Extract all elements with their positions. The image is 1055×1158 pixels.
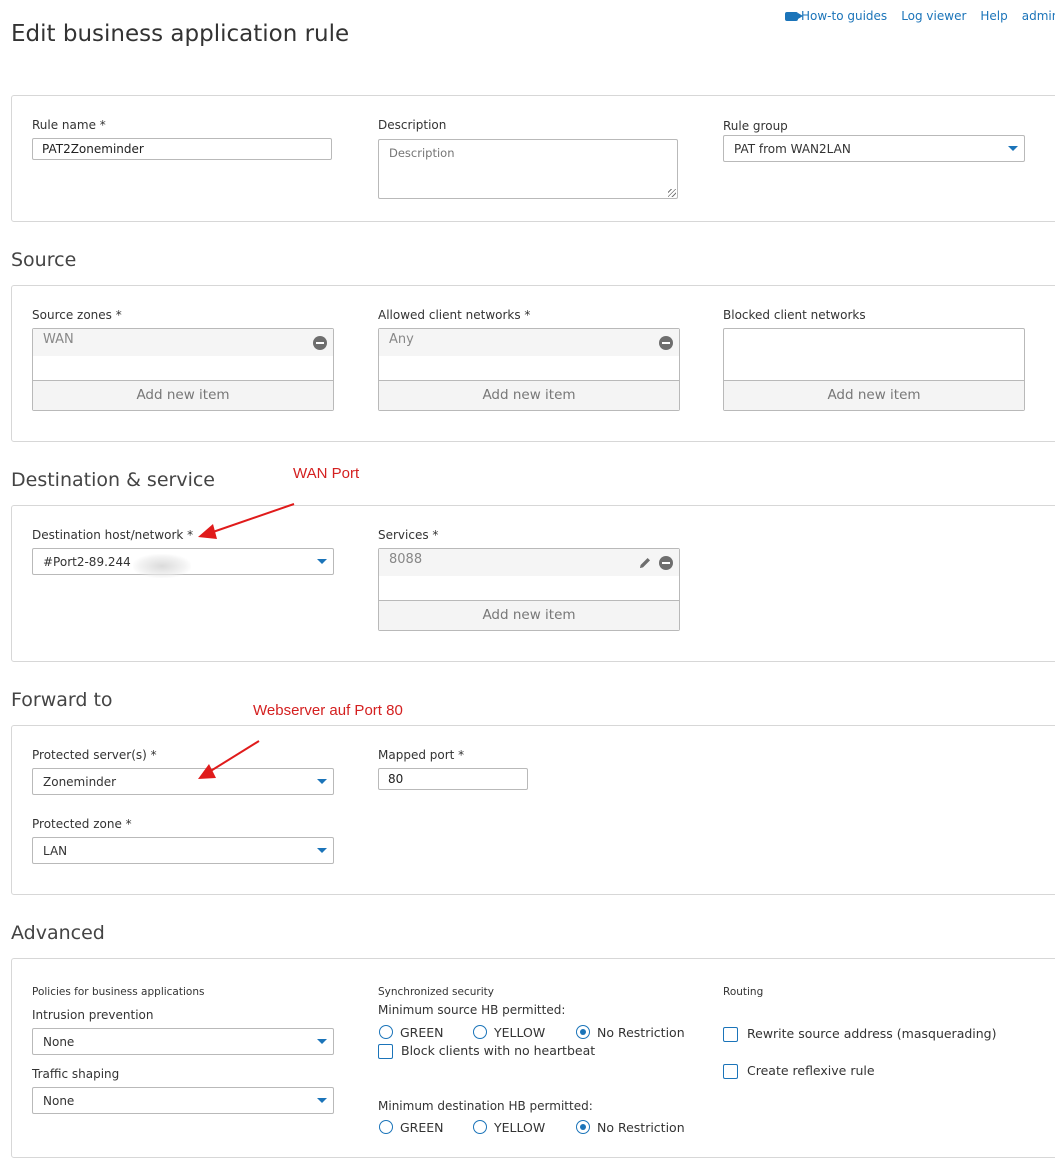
source-hb-yellow-label: YELLOW: [494, 1025, 546, 1040]
protected-servers-value: Zoneminder: [43, 775, 117, 789]
list-item: Any: [379, 329, 679, 356]
protected-zone-label: Protected zone *: [32, 817, 132, 831]
remove-item-icon[interactable]: [659, 556, 673, 570]
dest-hb-yellow-label: YELLOW: [494, 1120, 546, 1135]
source-hb-no-restriction-label: No Restriction: [597, 1025, 685, 1040]
video-camera-icon: [785, 12, 803, 21]
rule-name-input[interactable]: [32, 138, 332, 160]
intrusion-prevention-select[interactable]: None: [32, 1028, 334, 1055]
traffic-shaping-label: Traffic shaping: [32, 1067, 120, 1081]
rule-group-select[interactable]: PAT from WAN2LAN: [723, 135, 1025, 162]
source-zones-list: WAN Add new item: [32, 328, 334, 411]
chevron-down-icon: [317, 1098, 327, 1103]
list-item: 8088: [379, 549, 679, 576]
list-item: WAN: [33, 329, 333, 356]
resize-grip-icon[interactable]: [668, 189, 676, 197]
dest-hb-green-label: GREEN: [400, 1120, 444, 1135]
chevron-down-icon: [1008, 146, 1018, 151]
top-links: How-to guides Log viewer Help admin: [785, 9, 1055, 23]
admin-link[interactable]: admin: [1022, 9, 1055, 23]
source-section-title: Source: [11, 249, 77, 271]
protected-zone-select[interactable]: LAN: [32, 837, 334, 864]
block-clients-label: Block clients with no heartbeat: [401, 1043, 596, 1058]
routing-title: Routing: [723, 986, 764, 998]
traffic-shaping-value: None: [43, 1094, 75, 1108]
dest-hb-no-restriction-radio[interactable]: [576, 1120, 590, 1134]
reflexive-rule-label: Create reflexive rule: [747, 1063, 875, 1078]
webserver-annotation: Webserver auf Port 80: [253, 702, 403, 719]
mapped-port-label: Mapped port *: [378, 748, 465, 762]
policies-title: Policies for business applications: [32, 986, 205, 998]
traffic-shaping-select[interactable]: None: [32, 1087, 334, 1114]
dest-hb-no-restriction-label: No Restriction: [597, 1120, 685, 1135]
masquerading-label: Rewrite source address (masquerading): [747, 1026, 997, 1041]
intrusion-prevention-label: Intrusion prevention: [32, 1008, 154, 1022]
reflexive-rule-checkbox[interactable]: [723, 1064, 738, 1079]
source-hb-no-restriction-radio[interactable]: [576, 1025, 590, 1039]
edit-pencil-icon[interactable]: [638, 556, 652, 570]
dest-hb-green-radio[interactable]: [379, 1120, 393, 1134]
remove-item-icon[interactable]: [313, 336, 327, 350]
chevron-down-icon: [317, 779, 327, 784]
add-source-zone-button[interactable]: Add new item: [33, 380, 333, 410]
description-textarea[interactable]: [378, 139, 678, 199]
services-label: Services *: [378, 528, 439, 542]
wan-port-annotation: WAN Port: [293, 465, 360, 482]
intrusion-prevention-value: None: [43, 1035, 75, 1049]
chevron-down-icon: [317, 559, 327, 564]
block-clients-checkbox[interactable]: [378, 1044, 393, 1059]
blocked-networks-list: Add new item: [723, 328, 1025, 411]
protected-servers-select[interactable]: Zoneminder: [32, 768, 334, 795]
source-hb-green-radio[interactable]: [379, 1025, 393, 1039]
add-allowed-network-button[interactable]: Add new item: [379, 380, 679, 410]
destination-host-label: Destination host/network *: [32, 528, 194, 542]
rule-group-value: PAT from WAN2LAN: [734, 142, 851, 156]
redacted-blur: [133, 554, 191, 578]
rule-group-label: Rule group: [723, 119, 788, 133]
add-service-button[interactable]: Add new item: [379, 600, 679, 630]
synchronized-security-title: Synchronized security: [378, 986, 494, 998]
page-title: Edit business application rule: [11, 21, 350, 48]
advanced-section-title: Advanced: [11, 922, 105, 944]
source-hb-yellow-radio[interactable]: [473, 1025, 487, 1039]
min-source-hb-label: Minimum source HB permitted:: [378, 1003, 566, 1017]
chevron-down-icon: [317, 848, 327, 853]
description-label: Description: [378, 118, 447, 132]
help-link[interactable]: Help: [980, 9, 1007, 23]
destination-host-value: #Port2-89.244: [43, 555, 131, 569]
services-list: 8088 Add new item: [378, 548, 680, 631]
forward-panel: [11, 725, 1055, 895]
masquerading-checkbox[interactable]: [723, 1027, 738, 1042]
add-blocked-network-button[interactable]: Add new item: [724, 380, 1024, 410]
chevron-down-icon: [317, 1039, 327, 1044]
min-dest-hb-label: Minimum destination HB permitted:: [378, 1099, 593, 1113]
how-to-guides-link[interactable]: How-to guides: [785, 9, 887, 23]
blocked-networks-label: Blocked client networks: [723, 308, 866, 322]
allowed-networks-label: Allowed client networks *: [378, 308, 531, 322]
protected-servers-label: Protected server(s) *: [32, 748, 157, 762]
forward-section-title: Forward to: [11, 689, 113, 711]
mapped-port-input[interactable]: [378, 768, 528, 790]
allowed-networks-list: Any Add new item: [378, 328, 680, 411]
source-hb-green-label: GREEN: [400, 1025, 444, 1040]
log-viewer-link[interactable]: Log viewer: [901, 9, 966, 23]
dest-hb-yellow-radio[interactable]: [473, 1120, 487, 1134]
protected-zone-value: LAN: [43, 844, 68, 858]
source-zones-label: Source zones *: [32, 308, 122, 322]
remove-item-icon[interactable]: [659, 336, 673, 350]
rule-name-label: Rule name *: [32, 118, 106, 132]
destination-section-title: Destination & service: [11, 469, 215, 491]
